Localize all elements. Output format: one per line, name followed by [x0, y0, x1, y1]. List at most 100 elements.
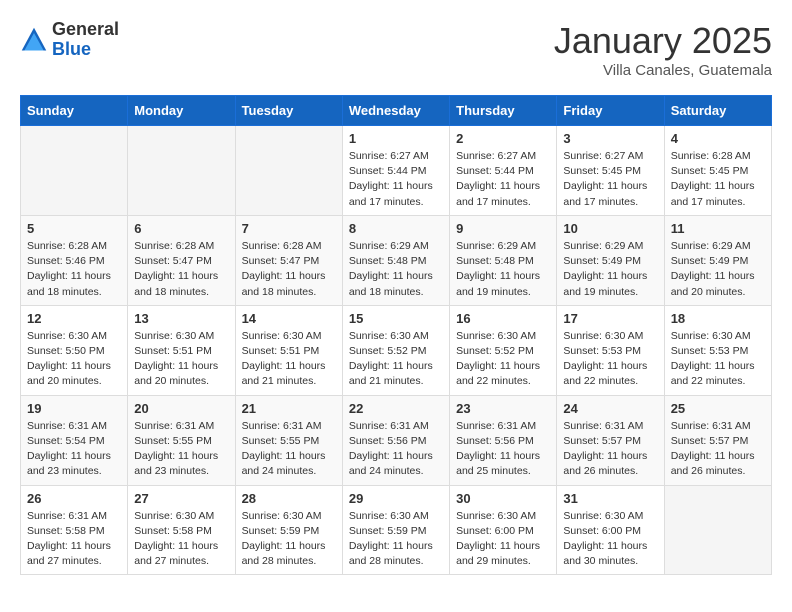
calendar-cell — [21, 126, 128, 216]
day-number: 18 — [671, 311, 765, 326]
calendar-cell: 23 Sunrise: 6:31 AMSunset: 5:56 PMDayligh… — [450, 395, 557, 485]
page-header: General Blue January 2025 Villa Canales,… — [20, 20, 772, 79]
day-info: Sunrise: 6:29 AMSunset: 5:48 PMDaylight:… — [349, 239, 443, 300]
day-number: 22 — [349, 401, 443, 416]
calendar-week-row: 5 Sunrise: 6:28 AMSunset: 5:46 PMDaylight… — [21, 215, 772, 305]
day-info: Sunrise: 6:30 AMSunset: 5:51 PMDaylight:… — [242, 329, 336, 390]
day-info: Sunrise: 6:30 AMSunset: 5:53 PMDaylight:… — [563, 329, 657, 390]
day-number: 11 — [671, 221, 765, 236]
calendar-cell: 6Sunrise: 6:28 AMSunset: 5:47 PMDaylight… — [128, 215, 235, 305]
day-number: 4 — [671, 131, 765, 146]
day-info: Sunrise: 6:30 AMSunset: 5:51 PMDaylight:… — [134, 329, 228, 390]
calendar-cell: 18 Sunrise: 6:30 AMSunset: 5:53 PMDayligh… — [664, 305, 771, 395]
calendar-cell: 26Sunrise: 6:31 AMSunset: 5:58 PMDayligh… — [21, 485, 128, 575]
day-number: 26 — [27, 491, 121, 506]
calendar-cell: 27Sunrise: 6:30 AMSunset: 5:58 PMDayligh… — [128, 485, 235, 575]
day-number: 5 — [27, 221, 121, 236]
day-info: Sunrise: 6:27 AMSunset: 5:44 PMDaylight:… — [349, 149, 443, 210]
day-number: 7 — [242, 221, 336, 236]
calendar-cell: 7 Sunrise: 6:28 AMSunset: 5:47 PMDaylight… — [235, 215, 342, 305]
calendar-cell: 12 Sunrise: 6:30 AMSunset: 5:50 PMDayligh… — [21, 305, 128, 395]
calendar-cell: 15Sunrise: 6:30 AMSunset: 5:52 PMDayligh… — [342, 305, 449, 395]
calendar-cell: 14 Sunrise: 6:30 AMSunset: 5:51 PMDayligh… — [235, 305, 342, 395]
day-number: 10 — [563, 221, 657, 236]
day-number: 9 — [456, 221, 550, 236]
logo-icon — [20, 26, 48, 54]
calendar-cell: 17 Sunrise: 6:30 AMSunset: 5:53 PMDayligh… — [557, 305, 664, 395]
day-info: Sunrise: 6:31 AMSunset: 5:56 PMDaylight:… — [456, 419, 550, 480]
day-info: Sunrise: 6:30 AMSunset: 6:00 PMDaylight:… — [456, 509, 550, 570]
calendar-table: SundayMondayTuesdayWednesdayThursdayFrid… — [20, 95, 772, 575]
day-info: Sunrise: 6:27 AMSunset: 5:44 PMDaylight:… — [456, 149, 550, 210]
calendar-cell: 20 Sunrise: 6:31 AMSunset: 5:55 PMDayligh… — [128, 395, 235, 485]
calendar-cell: 1Sunrise: 6:27 AMSunset: 5:44 PMDaylight… — [342, 126, 449, 216]
day-info: Sunrise: 6:29 AMSunset: 5:48 PMDaylight:… — [456, 239, 550, 300]
logo-blue-text: Blue — [52, 40, 119, 60]
calendar-cell: 16 Sunrise: 6:30 AMSunset: 5:52 PMDayligh… — [450, 305, 557, 395]
day-info: Sunrise: 6:30 AMSunset: 5:52 PMDaylight:… — [456, 329, 550, 390]
day-number: 28 — [242, 491, 336, 506]
calendar-cell: 2Sunrise: 6:27 AMSunset: 5:44 PMDaylight… — [450, 126, 557, 216]
day-number: 16 — [456, 311, 550, 326]
day-number: 13 — [134, 311, 228, 326]
weekday-header-tuesday: Tuesday — [235, 96, 342, 126]
calendar-cell: 10 Sunrise: 6:29 AMSunset: 5:49 PMDayligh… — [557, 215, 664, 305]
day-info: Sunrise: 6:31 AMSunset: 5:56 PMDaylight:… — [349, 419, 443, 480]
day-number: 23 — [456, 401, 550, 416]
day-number: 27 — [134, 491, 228, 506]
calendar-week-row: 19Sunrise: 6:31 AMSunset: 5:54 PMDayligh… — [21, 395, 772, 485]
weekday-header-thursday: Thursday — [450, 96, 557, 126]
day-number: 17 — [563, 311, 657, 326]
calendar-cell: 21 Sunrise: 6:31 AMSunset: 5:55 PMDayligh… — [235, 395, 342, 485]
day-info: Sunrise: 6:29 AMSunset: 5:49 PMDaylight:… — [563, 239, 657, 300]
title-block: January 2025 Villa Canales, Guatemala — [554, 20, 772, 79]
weekday-header-sunday: Sunday — [21, 96, 128, 126]
day-info: Sunrise: 6:30 AMSunset: 5:53 PMDaylight:… — [671, 329, 765, 390]
calendar-cell: 4 Sunrise: 6:28 AMSunset: 5:45 PMDaylight… — [664, 126, 771, 216]
logo: General Blue — [20, 20, 119, 60]
day-info: Sunrise: 6:28 AMSunset: 5:45 PMDaylight:… — [671, 149, 765, 210]
weekday-header-wednesday: Wednesday — [342, 96, 449, 126]
day-info: Sunrise: 6:31 AMSunset: 5:57 PMDaylight:… — [671, 419, 765, 480]
location-text: Villa Canales, Guatemala — [554, 62, 772, 79]
day-info: Sunrise: 6:31 AMSunset: 5:55 PMDaylight:… — [242, 419, 336, 480]
calendar-cell: 28 Sunrise: 6:30 AMSunset: 5:59 PMDayligh… — [235, 485, 342, 575]
day-number: 30 — [456, 491, 550, 506]
day-number: 6 — [134, 221, 228, 236]
calendar-cell: 8 Sunrise: 6:29 AMSunset: 5:48 PMDaylight… — [342, 215, 449, 305]
day-info: Sunrise: 6:30 AMSunset: 5:59 PMDaylight:… — [349, 509, 443, 570]
month-title: January 2025 — [554, 20, 772, 62]
calendar-cell — [664, 485, 771, 575]
day-info: Sunrise: 6:30 AMSunset: 5:52 PMDaylight:… — [349, 329, 443, 390]
day-number: 14 — [242, 311, 336, 326]
calendar-week-row: 12 Sunrise: 6:30 AMSunset: 5:50 PMDayligh… — [21, 305, 772, 395]
weekday-header-monday: Monday — [128, 96, 235, 126]
day-number: 31 — [563, 491, 657, 506]
weekday-header-saturday: Saturday — [664, 96, 771, 126]
day-info: Sunrise: 6:30 AMSunset: 6:00 PMDaylight:… — [563, 509, 657, 570]
calendar-cell: 5 Sunrise: 6:28 AMSunset: 5:46 PMDaylight… — [21, 215, 128, 305]
calendar-cell: 25Sunrise: 6:31 AMSunset: 5:57 PMDayligh… — [664, 395, 771, 485]
weekday-header-friday: Friday — [557, 96, 664, 126]
day-info: Sunrise: 6:28 AMSunset: 5:46 PMDaylight:… — [27, 239, 121, 300]
calendar-cell: 31 Sunrise: 6:30 AMSunset: 6:00 PMDayligh… — [557, 485, 664, 575]
day-number: 21 — [242, 401, 336, 416]
calendar-week-row: 1Sunrise: 6:27 AMSunset: 5:44 PMDaylight… — [21, 126, 772, 216]
day-info: Sunrise: 6:30 AMSunset: 5:59 PMDaylight:… — [242, 509, 336, 570]
day-number: 12 — [27, 311, 121, 326]
calendar-cell: 29 Sunrise: 6:30 AMSunset: 5:59 PMDayligh… — [342, 485, 449, 575]
day-info: Sunrise: 6:30 AMSunset: 5:50 PMDaylight:… — [27, 329, 121, 390]
calendar-cell — [235, 126, 342, 216]
day-number: 8 — [349, 221, 443, 236]
calendar-cell: 11Sunrise: 6:29 AMSunset: 5:49 PMDayligh… — [664, 215, 771, 305]
day-info: Sunrise: 6:28 AMSunset: 5:47 PMDaylight:… — [242, 239, 336, 300]
calendar-cell: 13 Sunrise: 6:30 AMSunset: 5:51 PMDayligh… — [128, 305, 235, 395]
day-number: 3 — [563, 131, 657, 146]
day-number: 20 — [134, 401, 228, 416]
day-number: 29 — [349, 491, 443, 506]
day-info: Sunrise: 6:31 AMSunset: 5:55 PMDaylight:… — [134, 419, 228, 480]
day-number: 19 — [27, 401, 121, 416]
logo-general-text: General — [52, 20, 119, 40]
calendar-week-row: 26Sunrise: 6:31 AMSunset: 5:58 PMDayligh… — [21, 485, 772, 575]
day-number: 24 — [563, 401, 657, 416]
